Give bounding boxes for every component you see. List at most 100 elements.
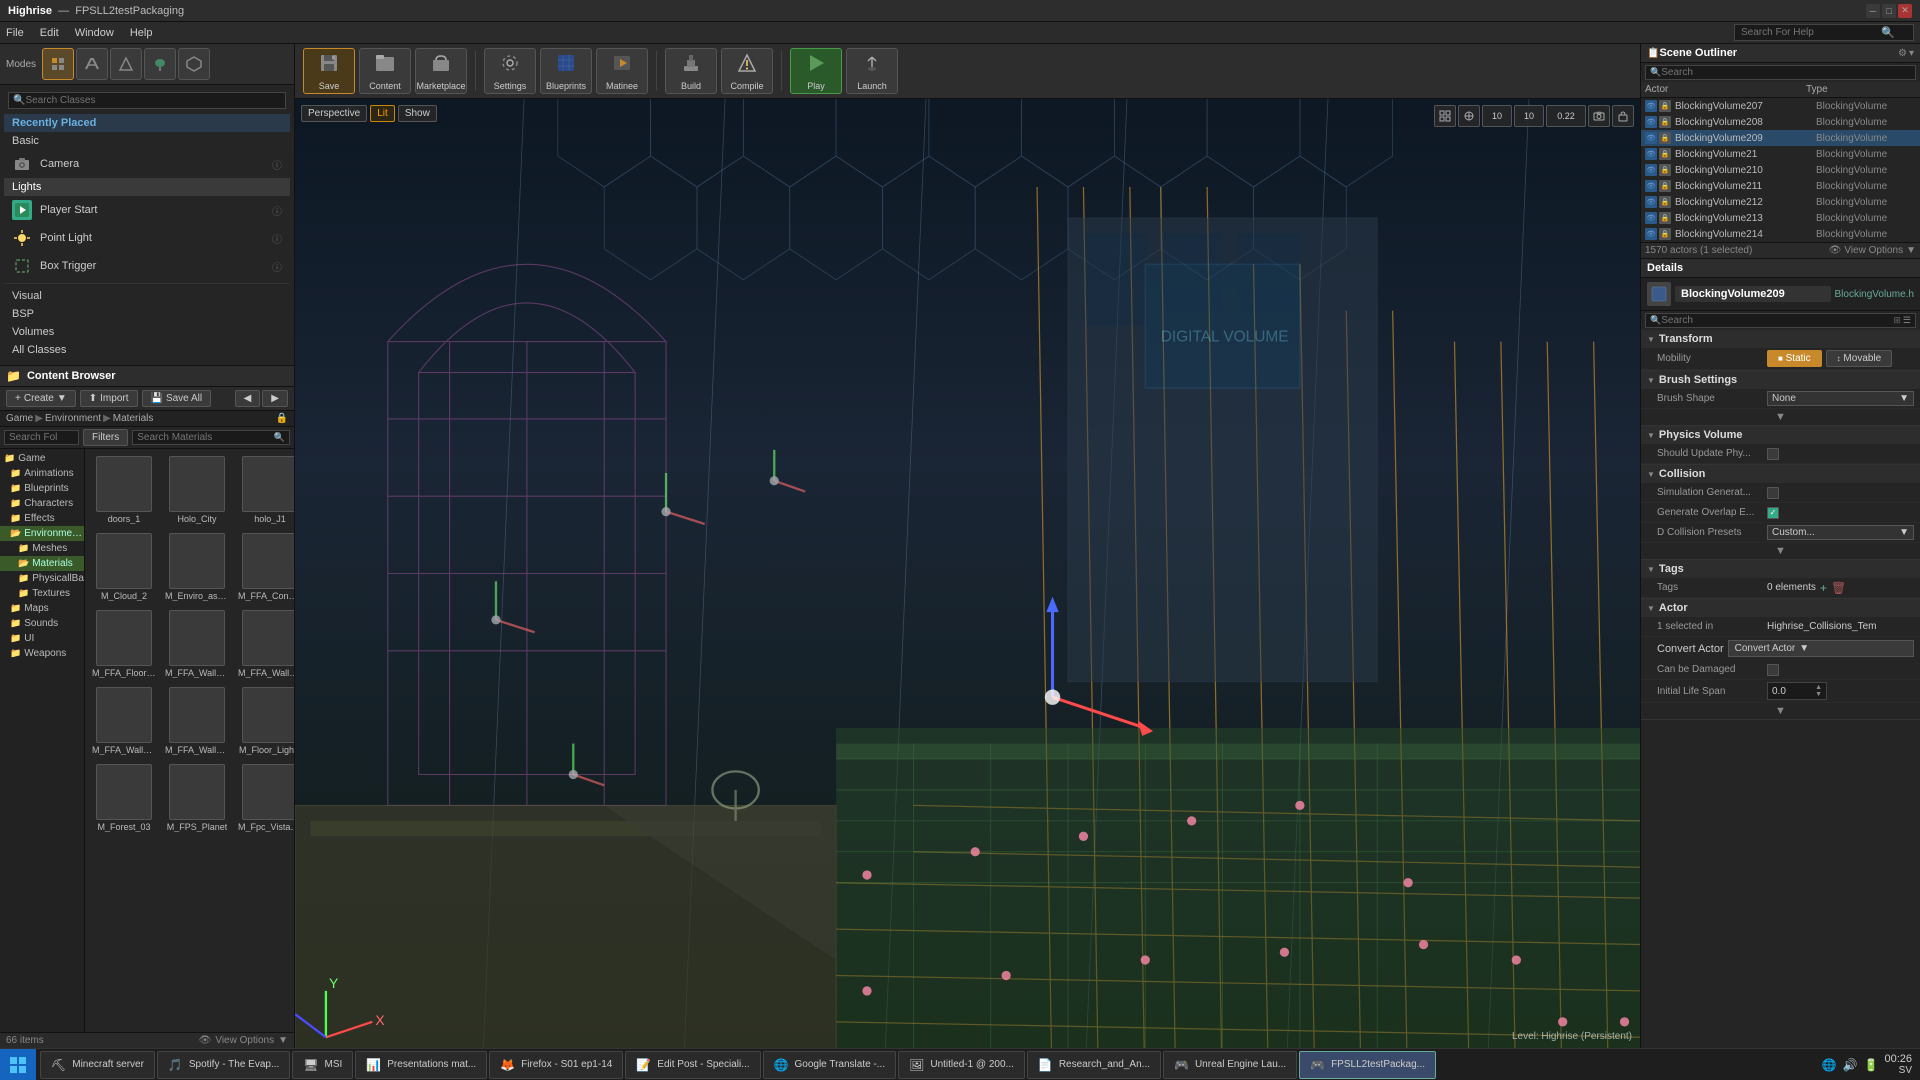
spin-down[interactable]: ▼ bbox=[1815, 691, 1822, 698]
taskbar-item-2[interactable]: 🖥MSI bbox=[292, 1051, 353, 1079]
mode-paint[interactable] bbox=[76, 48, 108, 80]
actor-section-header[interactable]: ▼ Actor bbox=[1641, 599, 1920, 617]
should-update-checkbox[interactable] bbox=[1767, 448, 1779, 460]
path-lock-icon[interactable]: 🔒 bbox=[276, 413, 288, 424]
close-btn[interactable]: ✕ bbox=[1898, 4, 1912, 18]
collision-presets-dropdown[interactable]: Custom... ▼ bbox=[1767, 525, 1914, 540]
create-button[interactable]: + Create ▼ bbox=[6, 390, 76, 407]
tree-ui[interactable]: 📁 UI bbox=[0, 631, 84, 646]
cb-item-18[interactable]: M_Fpc_Vista_City bbox=[235, 761, 294, 835]
vp-tool-2[interactable] bbox=[1458, 105, 1480, 127]
tree-meshes[interactable]: 📁 Meshes bbox=[0, 541, 84, 556]
so-search-input[interactable] bbox=[1661, 67, 1911, 78]
mode-place[interactable] bbox=[42, 48, 74, 80]
initial-life-span-input[interactable]: 0.0 ▲ ▼ bbox=[1767, 682, 1827, 700]
blueprints-btn[interactable]: Blueprints bbox=[540, 48, 592, 94]
start-button[interactable] bbox=[0, 1049, 36, 1080]
category-bsp[interactable]: BSP bbox=[4, 305, 290, 323]
system-time[interactable]: 00:26 SV bbox=[1884, 1053, 1912, 1076]
category-basic[interactable]: Basic bbox=[4, 132, 290, 150]
category-visual[interactable]: Visual bbox=[4, 287, 290, 305]
player-start-info-btn[interactable]: ⓘ bbox=[272, 203, 282, 218]
tree-materials[interactable]: 📂 Materials bbox=[0, 556, 84, 571]
cb-item-10[interactable]: M_FFA_Wall_04 bbox=[235, 607, 294, 681]
transform-header[interactable]: ▼ Transform bbox=[1641, 330, 1920, 348]
actor-expand[interactable]: ▼ bbox=[1775, 705, 1786, 717]
taskbar-item-7[interactable]: 🖼Untitled-1 @ 200... bbox=[898, 1051, 1025, 1079]
play-btn[interactable]: Play bbox=[790, 48, 842, 94]
cb-item-2[interactable]: holo_J1 bbox=[235, 453, 294, 527]
category-recently-placed[interactable]: Recently Placed bbox=[4, 114, 290, 132]
point-light-info-btn[interactable]: ⓘ bbox=[272, 231, 282, 246]
menu-file[interactable]: File bbox=[6, 27, 24, 39]
tree-animations[interactable]: 📁 Animations bbox=[0, 466, 84, 481]
actor-file-ref[interactable]: BlockingVolume.h bbox=[1835, 289, 1915, 300]
path-environment[interactable]: Environment bbox=[45, 413, 101, 424]
sim-gen-checkbox[interactable] bbox=[1767, 487, 1779, 499]
nav-back-btn[interactable]: ◀ bbox=[235, 390, 261, 407]
category-volumes[interactable]: Volumes bbox=[4, 323, 290, 341]
spin-up[interactable]: ▲ bbox=[1815, 684, 1822, 691]
box-trigger-info-btn[interactable]: ⓘ bbox=[272, 259, 282, 274]
menu-window[interactable]: Window bbox=[75, 27, 114, 39]
tree-textures[interactable]: 📁 Textures bbox=[0, 586, 84, 601]
so-view-options-btn[interactable]: 👁 View Options ▼ bbox=[1829, 245, 1916, 256]
battery-icon[interactable]: 🔋 bbox=[1864, 1058, 1879, 1072]
tree-characters[interactable]: 📁 Characters bbox=[0, 496, 84, 511]
materials-search-input[interactable] bbox=[137, 432, 274, 443]
tags-add-btn[interactable]: + bbox=[1820, 581, 1827, 595]
taskbar-item-10[interactable]: 🎮FPSLL2testPackag... bbox=[1299, 1051, 1436, 1079]
tree-effects[interactable]: 📁 Effects bbox=[0, 511, 84, 526]
network-icon[interactable]: 🌐 bbox=[1822, 1058, 1837, 1072]
tree-maps[interactable]: 📁 Maps bbox=[0, 601, 84, 616]
so-actor-3[interactable]: 👁 🔒 BlockingVolume21 BlockingVolume bbox=[1641, 146, 1920, 162]
cb-item-17[interactable]: M_FPS_Planet bbox=[162, 761, 232, 835]
taskbar-item-0[interactable]: ⛏Minecraft server bbox=[40, 1051, 155, 1079]
tree-game[interactable]: 📁 Game bbox=[0, 451, 84, 466]
so-actor-4[interactable]: 👁 🔒 BlockingVolume210 BlockingVolume bbox=[1641, 162, 1920, 178]
path-game[interactable]: Game bbox=[6, 413, 33, 424]
taskbar-item-3[interactable]: 📊Presentations mat... bbox=[355, 1051, 487, 1079]
view-options-btn[interactable]: 👁 View Options ▼ bbox=[199, 1035, 288, 1046]
minimize-btn[interactable]: ─ bbox=[1866, 4, 1880, 18]
help-search-input[interactable] bbox=[1741, 27, 1881, 38]
tags-header[interactable]: ▼ Tags bbox=[1641, 560, 1920, 578]
so-actor-1[interactable]: 👁 🔒 BlockingVolume208 BlockingVolume bbox=[1641, 114, 1920, 130]
vp-tool-1[interactable] bbox=[1434, 105, 1456, 127]
gen-overlap-checkbox[interactable] bbox=[1767, 507, 1779, 519]
brush-settings-header[interactable]: ▼ Brush Settings bbox=[1641, 371, 1920, 389]
nav-fwd-btn[interactable]: ▶ bbox=[262, 390, 288, 407]
static-btn[interactable]: ■ Static bbox=[1767, 350, 1822, 367]
place-item-point-light[interactable]: Point Light ⓘ bbox=[4, 224, 290, 252]
so-actor-2[interactable]: 👁 🔒 BlockingVolume209 BlockingVolume bbox=[1641, 130, 1920, 146]
cb-item-6[interactable]: M_FFA_Concrete_WallPlate... bbox=[235, 530, 294, 604]
mode-foliage[interactable] bbox=[144, 48, 176, 80]
collision-expand[interactable]: ▼ bbox=[1775, 545, 1786, 557]
search-classes-input[interactable] bbox=[25, 95, 281, 106]
vp-tool-scale[interactable]: 0.22 bbox=[1546, 105, 1586, 127]
cb-item-8[interactable]: M_FFA_Floor_02_Dark bbox=[89, 607, 159, 681]
vp-tool-lock[interactable] bbox=[1612, 105, 1634, 127]
marketplace-btn[interactable]: Marketplace bbox=[415, 48, 467, 94]
actor-name[interactable]: BlockingVolume209 bbox=[1675, 286, 1831, 302]
collision-header[interactable]: ▼ Collision bbox=[1641, 465, 1920, 483]
settings-btn[interactable]: Settings bbox=[484, 48, 536, 94]
category-all-classes[interactable]: All Classes bbox=[4, 341, 290, 359]
mode-geometry[interactable] bbox=[178, 48, 210, 80]
brush-shape-dropdown[interactable]: None ▼ bbox=[1767, 391, 1914, 406]
cb-item-13[interactable]: M_FFA_Wall_05 bbox=[162, 684, 232, 758]
taskbar-item-8[interactable]: 📄Research_and_An... bbox=[1027, 1051, 1161, 1079]
build-btn[interactable]: Build bbox=[665, 48, 717, 94]
cb-item-1[interactable]: Holo_City bbox=[162, 453, 232, 527]
mode-landscape[interactable] bbox=[110, 48, 142, 80]
volume-icon[interactable]: 🔊 bbox=[1843, 1058, 1858, 1072]
cb-item-16[interactable]: M_Forest_03 bbox=[89, 761, 159, 835]
brush-settings-expand[interactable]: ▼ bbox=[1775, 411, 1786, 423]
taskbar-item-4[interactable]: 🦊Firefox - S01 ep1-14 bbox=[489, 1051, 623, 1079]
so-actor-7[interactable]: 👁 🔒 BlockingVolume213 BlockingVolume bbox=[1641, 210, 1920, 226]
taskbar-item-9[interactable]: 🎮Unreal Engine Lau... bbox=[1163, 1051, 1297, 1079]
so-actor-0[interactable]: 👁 🔒 BlockingVolume207 BlockingVolume bbox=[1641, 98, 1920, 114]
cb-item-5[interactable]: M_Enviro_assets_01 bbox=[162, 530, 232, 604]
tree-weapons[interactable]: 📁 Weapons bbox=[0, 646, 84, 661]
tree-sounds[interactable]: 📁 Sounds bbox=[0, 616, 84, 631]
